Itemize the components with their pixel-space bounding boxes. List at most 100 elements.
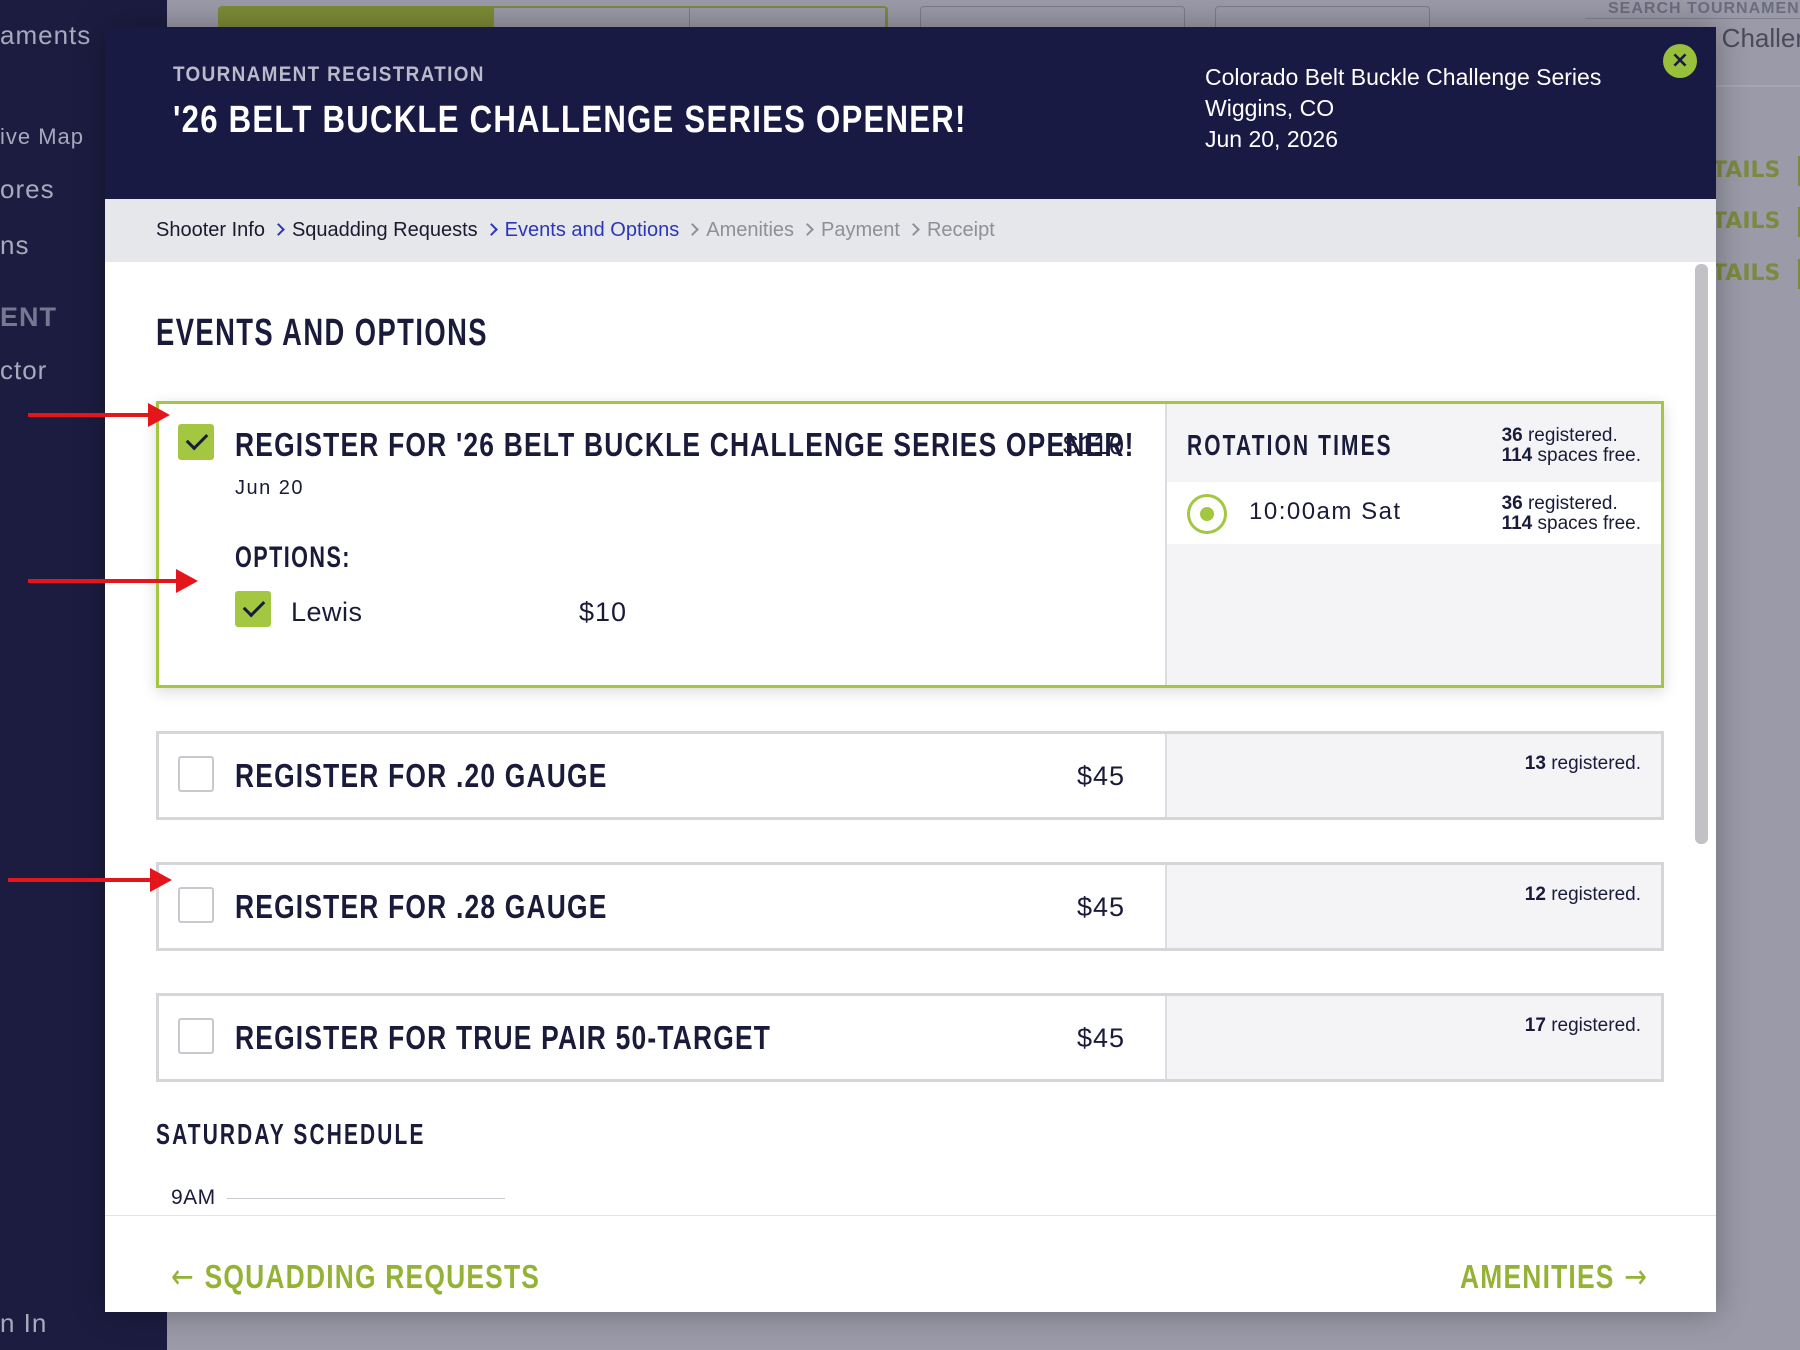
registered-label: registered. [1551,753,1641,774]
registered-label: registered. [1551,1015,1641,1036]
event-checkbox[interactable] [178,424,214,460]
chevron-right-icon [907,223,920,236]
chevron-right-icon [484,223,498,236]
event-registration-panel: 13 registered. [1167,734,1661,817]
next-button-label: AMENITIES [1459,1258,1615,1295]
tournament-date: Jun 20, 2026 [1205,126,1339,152]
spaces-label: spaces free. [1537,445,1642,466]
scrollbar-thumb[interactable] [1695,264,1708,844]
rotation-label: 10:00am Sat [1249,498,1402,525]
bg-sidebar-item: ns [0,230,30,260]
registered-label: registered. [1551,884,1641,905]
event-main: REGISTER FOR TRUE PAIR 50-TARGET $45 [159,996,1167,1079]
event-registration-panel: 12 registered. [1167,865,1661,948]
breadcrumb-shooter-info[interactable]: Shooter Info [156,219,265,242]
annotation-arrow-icon [28,403,170,427]
back-squadding-requests-button[interactable]: ← SQUADDING REQUESTS [171,1257,540,1297]
rotation-option[interactable]: 10:00am Sat 36 registered. 114 spaces fr… [1167,482,1661,544]
scrollbar[interactable] [1695,264,1708,844]
event-name: REGISTER FOR .20 GAUGE [235,757,608,794]
event-registration-panel: 17 registered. [1167,996,1661,1079]
rotation-panel: ROTATION TIMES 36 registered. 114 spaces… [1167,404,1661,685]
event-card-opener: REGISTER FOR '26 BELT BUCKLE CHALLENGE S… [156,401,1664,688]
event-price: $110 [1062,430,1125,460]
registration-summary: 36 registered. 114 spaces free. [1502,426,1641,466]
breadcrumb-receipt: Receipt [926,219,995,241]
schedule-divider [227,1198,505,1199]
schedule-time: 9AM [171,1186,216,1209]
tournament-series: Colorado Belt Buckle Challenge Series [1205,64,1602,90]
registered-count: 36 [1501,425,1523,446]
registration-modal: TOURNAMENT REGISTRATION '26 BELT BUCKLE … [105,27,1716,1312]
breadcrumb-payment: Payment [821,219,900,241]
bg-details-link: TAILS [1712,207,1800,237]
modal-header: TOURNAMENT REGISTRATION '26 BELT BUCKLE … [105,27,1716,199]
bg-sidebar-item: ive Map [0,124,85,149]
event-name: REGISTER FOR TRUE PAIR 50-TARGET [235,1019,772,1056]
event-date: Jun 20 [235,477,305,499]
bg-details-link: TAILS [1712,156,1800,186]
registration-summary: 17 registered. [1525,1016,1641,1036]
chevron-right-icon [686,223,700,236]
schedule-title: SATURDAY SCHEDULE [156,1119,426,1151]
chevron-right-icon [272,223,285,236]
rotation-title: ROTATION TIMES [1187,430,1393,462]
modal-footer: ← SQUADDING REQUESTS AMENITIES → [105,1215,1716,1312]
modal-content: EVENTS AND OPTIONS REGISTER FOR '26 BELT… [105,262,1716,1215]
event-main: REGISTER FOR .28 GAUGE $45 [159,865,1167,948]
breadcrumb-events-and-options[interactable]: Events and Options [505,219,680,242]
spaces-count: 114 [1501,513,1533,534]
bg-divider [1716,85,1800,87]
registration-summary: 13 registered. [1525,754,1641,774]
spaces-label: spaces free. [1537,513,1642,534]
event-checkbox[interactable] [178,756,214,792]
event-checkbox[interactable] [178,887,214,923]
tournament-info: Colorado Belt Buckle Challenge Series Wi… [1205,62,1601,155]
modal-title: '26 BELT BUCKLE CHALLENGE SERIES OPENER! [173,99,967,141]
event-main: REGISTER FOR .20 GAUGE $45 [159,734,1167,817]
event-name: REGISTER FOR '26 BELT BUCKLE CHALLENGE S… [235,426,1135,463]
rotation-registration: 36 registered. 114 spaces free. [1502,494,1641,534]
event-name: REGISTER FOR .28 GAUGE [235,888,608,925]
modal-kicker: TOURNAMENT REGISTRATION [173,63,485,86]
arrow-left-icon: ← [171,1257,195,1297]
breadcrumb-squadding-requests[interactable]: Squadding Requests [292,219,478,242]
bg-search-label: SEARCH TOURNAMEN [1608,0,1800,17]
annotation-arrow-icon [8,868,172,892]
options-title: OPTIONS: [235,541,351,574]
registration-summary: 12 registered. [1525,885,1641,905]
bg-details-link: TAILS [1712,259,1800,289]
annotation-arrow-icon [28,569,198,593]
registered-label: registered. [1527,493,1618,514]
registered-count: 13 [1524,753,1546,774]
option-price: $10 [579,597,628,627]
event-price: $45 [1076,761,1125,791]
event-checkbox[interactable] [178,1018,214,1054]
section-title: EVENTS AND OPTIONS [156,312,488,354]
registered-count: 17 [1524,1015,1546,1036]
registered-count: 36 [1501,493,1523,514]
option-name: Lewis [291,597,363,627]
bg-sidebar-item: ctor [0,355,48,385]
event-price: $45 [1076,1023,1125,1053]
registered-count: 12 [1524,884,1546,905]
event-card-28-gauge: REGISTER FOR .28 GAUGE $45 12 registered… [156,862,1664,951]
option-checkbox[interactable] [235,591,271,627]
rotation-radio[interactable] [1187,494,1227,534]
tournament-location: Wiggins, CO [1205,95,1335,121]
event-main: REGISTER FOR '26 BELT BUCKLE CHALLENGE S… [159,404,1167,685]
back-button-label: SQUADDING REQUESTS [204,1258,541,1295]
bg-sidebar-item: n In [0,1308,48,1338]
breadcrumb-amenities: Amenities [706,219,795,241]
close-icon[interactable]: × [1663,44,1697,78]
chevron-right-icon [801,223,814,236]
event-card-20-gauge: REGISTER FOR .20 GAUGE $45 13 registered… [156,731,1664,820]
spaces-count: 114 [1501,445,1533,466]
arrow-right-icon: → [1624,1257,1648,1297]
bg-sidebar-heading: ENT [0,302,57,332]
bg-sidebar-item: ores [0,174,55,204]
breadcrumb: Shooter Info Squadding Requests Events a… [105,199,1716,262]
registered-label: registered. [1527,425,1618,446]
event-price: $45 [1076,892,1125,922]
next-amenities-button[interactable]: AMENITIES → [1460,1257,1648,1297]
